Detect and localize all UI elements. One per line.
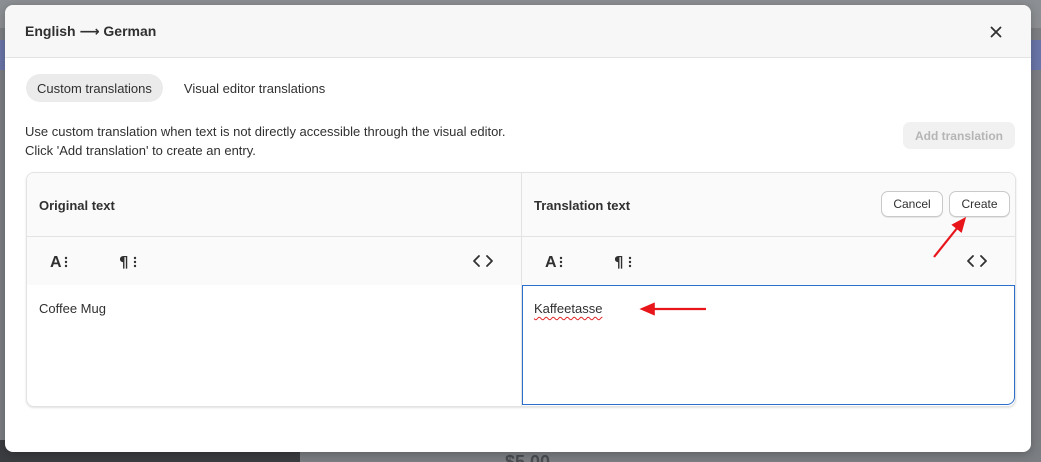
translation-text-value: Kaffeetasse xyxy=(534,301,603,316)
translation-modal: English ⟶ German Custom translations Vis… xyxy=(5,5,1031,452)
code-icon xyxy=(967,255,987,267)
original-text-value: Coffee Mug xyxy=(39,301,106,316)
svg-text:¶: ¶ xyxy=(614,253,624,270)
description-line-2: Click 'Add translation' to create an ent… xyxy=(25,143,256,158)
tab-visual-editor-translations[interactable]: Visual editor translations xyxy=(173,74,336,102)
translation-editor: Original text A ¶ Coffee Mug Translation… xyxy=(26,172,1016,407)
translation-tabs: Custom translations Visual editor transl… xyxy=(26,74,336,102)
paragraph-icon: ¶ xyxy=(614,253,632,270)
tab-custom-translations[interactable]: Custom translations xyxy=(26,74,163,102)
code-view-button[interactable] xyxy=(962,249,992,273)
background-price: $5.00 xyxy=(505,452,551,462)
translation-input[interactable]: Kaffeetasse xyxy=(522,285,1015,405)
original-toolbar: A ¶ xyxy=(27,237,521,285)
paragraph-button[interactable]: ¶ xyxy=(114,249,144,273)
close-icon xyxy=(990,26,1002,38)
paragraph-button[interactable]: ¶ xyxy=(609,249,639,273)
text-style-button[interactable]: A xyxy=(540,249,570,273)
text-style-button[interactable]: A xyxy=(45,249,75,273)
create-button[interactable]: Create xyxy=(949,191,1010,217)
translation-header: Translation text Cancel Create xyxy=(522,173,1015,237)
original-header: Original text xyxy=(27,173,521,237)
translation-toolbar: A ¶ xyxy=(522,237,1015,285)
add-translation-button[interactable]: Add translation xyxy=(903,122,1015,149)
svg-text:A: A xyxy=(50,254,62,270)
close-button[interactable] xyxy=(983,19,1009,45)
paragraph-icon: ¶ xyxy=(119,253,137,270)
description-text: Use custom translation when text is not … xyxy=(25,122,506,160)
translation-text-label: Translation text xyxy=(534,198,631,213)
cancel-button[interactable]: Cancel xyxy=(881,191,943,217)
text-style-icon: A xyxy=(545,254,563,270)
modal-header: English ⟶ German xyxy=(5,5,1031,58)
code-view-button[interactable] xyxy=(468,249,498,273)
text-style-icon: A xyxy=(50,254,68,270)
svg-text:¶: ¶ xyxy=(119,253,129,270)
modal-title: English ⟶ German xyxy=(25,23,157,39)
description-line-1: Use custom translation when text is not … xyxy=(25,124,506,139)
original-text-label: Original text xyxy=(39,198,115,213)
original-text-area: Coffee Mug xyxy=(27,285,521,406)
original-column: Original text A ¶ Coffee Mug xyxy=(27,173,522,406)
code-icon xyxy=(473,255,493,267)
translation-column: Translation text Cancel Create A ¶ Kaffe… xyxy=(522,173,1015,406)
svg-text:A: A xyxy=(545,254,557,270)
